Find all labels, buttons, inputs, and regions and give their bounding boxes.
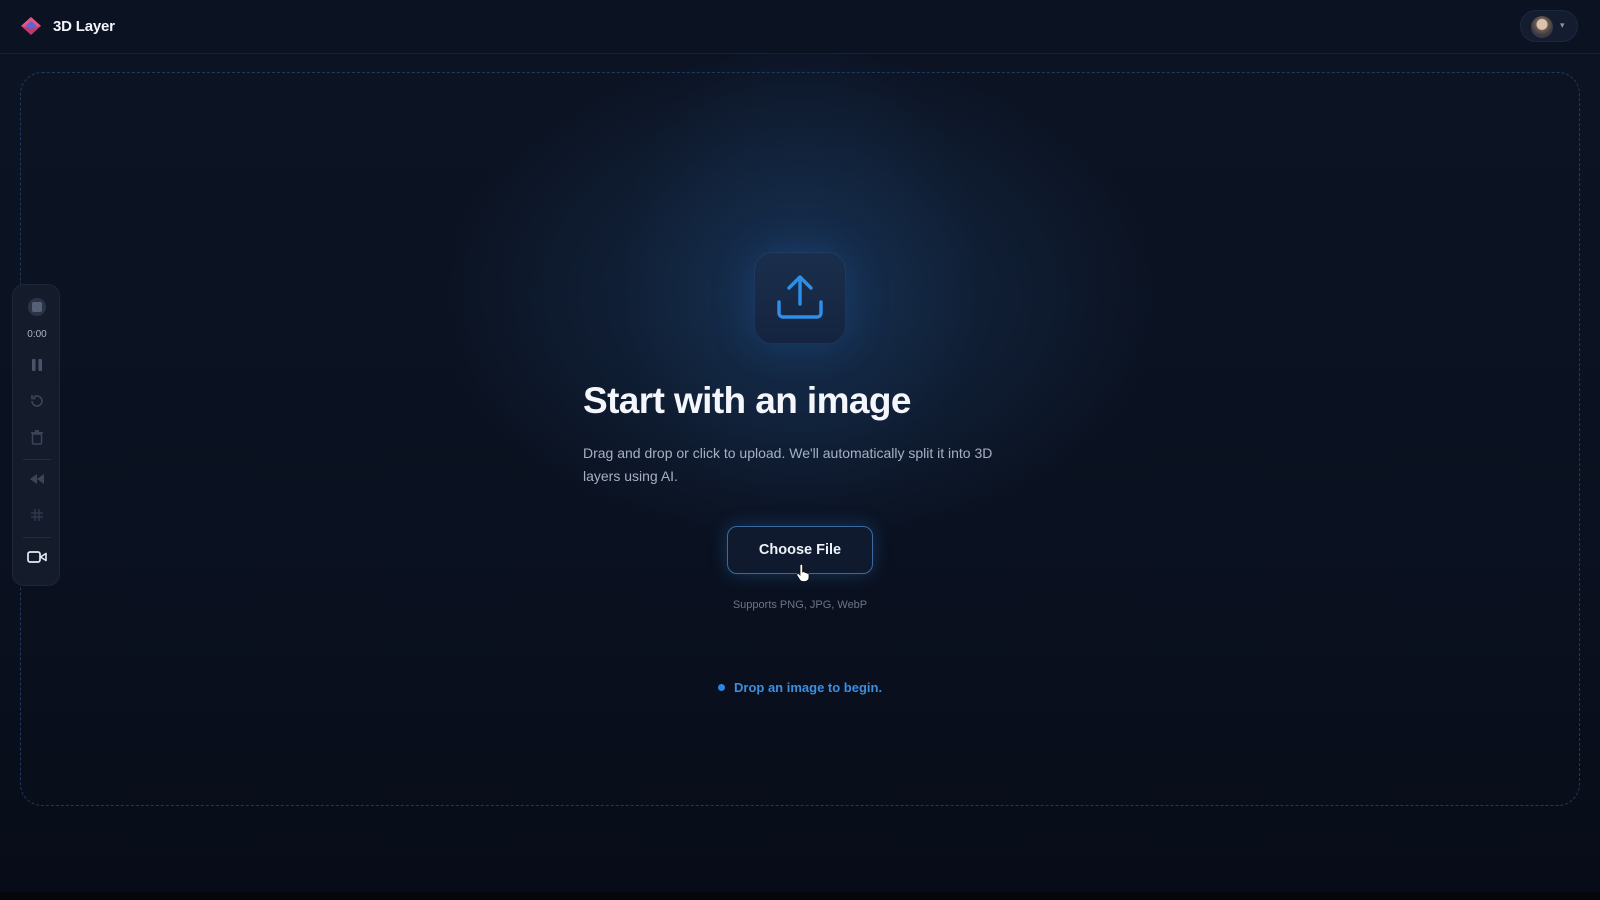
upload-icon-box <box>754 252 846 344</box>
upload-icon <box>777 275 823 319</box>
status-dot-icon <box>718 684 725 691</box>
pause-button[interactable] <box>25 353 49 377</box>
rewind-button[interactable] <box>25 467 49 491</box>
pause-icon <box>32 359 42 371</box>
camera-icon <box>27 551 47 563</box>
grid-button[interactable] <box>25 503 49 527</box>
reset-icon <box>31 395 43 407</box>
top-bar: 3D Layer ▾ <box>0 0 1600 54</box>
record-icon <box>28 298 46 316</box>
upload-headline: Start with an image <box>583 380 911 421</box>
pointer-cursor-icon <box>796 564 810 582</box>
toolbar-divider <box>23 537 51 538</box>
user-avatar <box>1531 16 1553 38</box>
upload-status-text: Drop an image to begin. <box>734 680 883 695</box>
camera-button[interactable] <box>25 545 49 569</box>
image-drop-zone[interactable] <box>20 72 1580 806</box>
user-menu-button[interactable]: ▾ <box>1520 10 1578 42</box>
app-page: 3D Layer ▾ 0:00 Start with an image Drag… <box>0 0 1600 900</box>
grid-icon <box>31 509 43 521</box>
app-title: 3D Layer <box>53 18 115 35</box>
recording-toolbar: 0:00 <box>12 284 60 586</box>
upload-description: Drag and drop or click to upload. We'll … <box>583 445 993 484</box>
trash-icon <box>31 430 43 445</box>
upload-status: Drop an image to begin. <box>718 680 882 695</box>
chevron-down-icon: ▾ <box>1560 20 1565 30</box>
delete-button[interactable] <box>25 425 49 449</box>
record-button[interactable] <box>25 295 49 319</box>
reset-button[interactable] <box>25 389 49 413</box>
recording-timer: 0:00 <box>27 329 47 340</box>
toolbar-divider <box>23 459 51 460</box>
rewind-icon <box>30 474 44 484</box>
supported-formats: Supports PNG, JPG, WebP <box>732 599 868 611</box>
layered-diamond-logo[interactable] <box>20 16 42 36</box>
bottom-edge <box>0 892 1600 900</box>
